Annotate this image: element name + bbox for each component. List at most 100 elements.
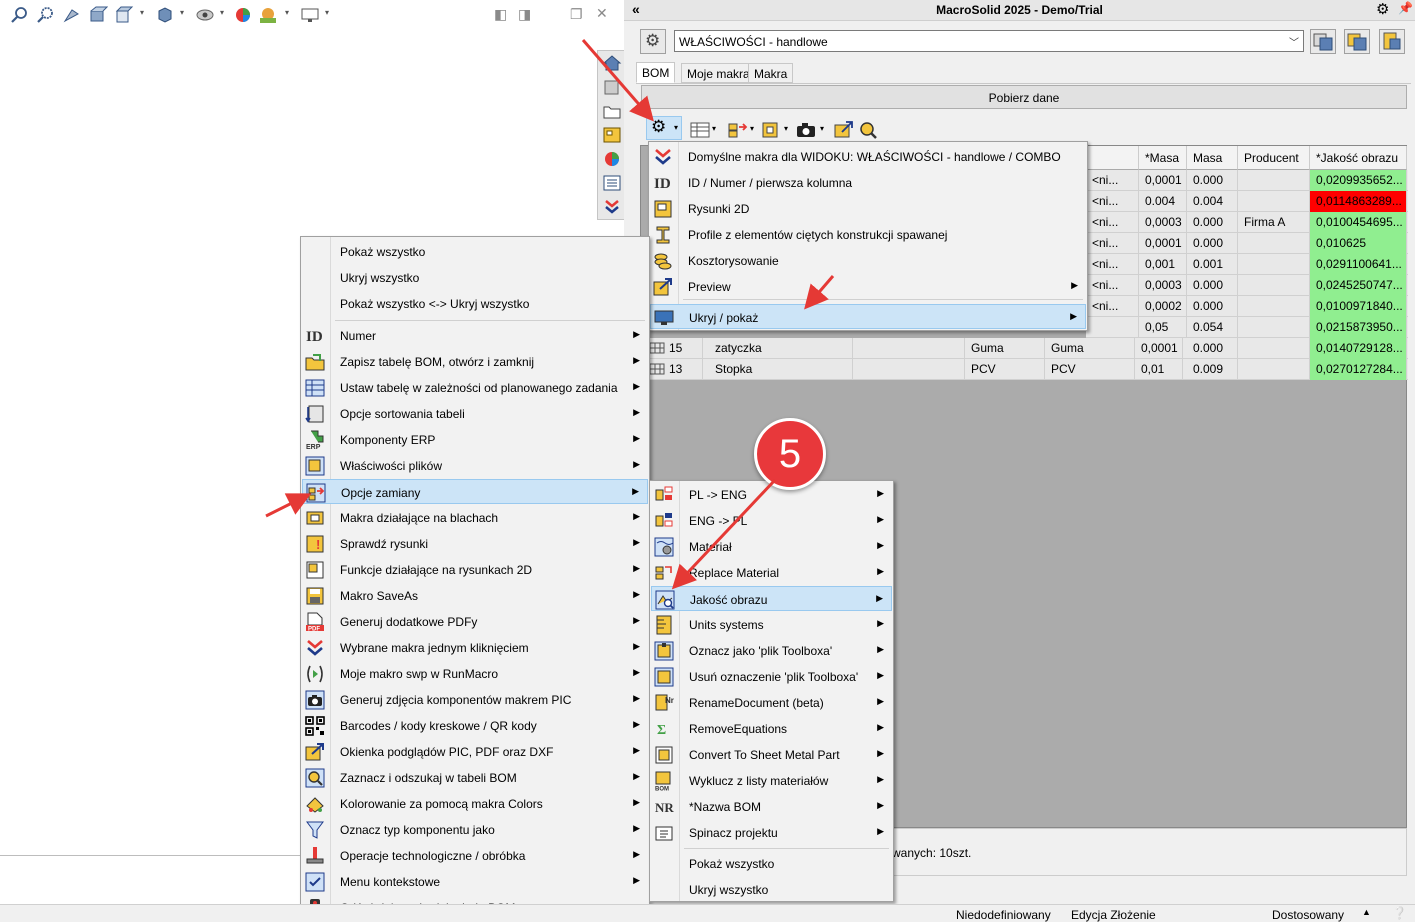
menu-item[interactable]: Pokaż wszystko <-> Ukryj wszystko bbox=[302, 291, 648, 316]
menu-item[interactable]: Pokaż wszystko bbox=[302, 239, 648, 264]
menu-item[interactable]: Convert To Sheet Metal Part ▶ bbox=[651, 742, 892, 767]
grid-cell[interactable]: 0,010625 bbox=[1310, 233, 1407, 254]
table-row[interactable]: <ni... 0,0001 0.000 0,010625 bbox=[1086, 233, 1408, 254]
menu-item[interactable]: Ukryj wszystko bbox=[302, 265, 648, 290]
menu-item[interactable]: ENG -> PL ▶ bbox=[651, 508, 892, 533]
grid-cell[interactable]: <ni... bbox=[1086, 191, 1139, 212]
display-style-icon[interactable] bbox=[155, 6, 175, 24]
col-header-jakosc[interactable]: *Jakość obrazu bbox=[1310, 146, 1407, 170]
close-icon[interactable]: ✕ bbox=[596, 5, 608, 22]
menu-item[interactable]: Zaznacz i odszukaj w tabeli BOM ▶ bbox=[302, 765, 648, 790]
grid-cell[interactable] bbox=[1086, 317, 1139, 338]
grid-cell[interactable]: zatyczka bbox=[709, 338, 853, 359]
menu-item[interactable]: PL -> ENG ▶ bbox=[651, 482, 892, 507]
grid-cell[interactable] bbox=[1238, 275, 1310, 296]
table-row[interactable]: 13 Stopka PCV PCV 0,01 0.009 0,0270127284... bbox=[641, 359, 1408, 380]
grid-cell[interactable] bbox=[1238, 338, 1310, 359]
menu-item[interactable]: Pokaż wszystko bbox=[651, 851, 892, 876]
menu-item[interactable]: Σ RemoveEquations ▶ bbox=[651, 716, 892, 741]
menu-item[interactable]: Zapisz tabelę BOM, otwórz i zamknij ▶ bbox=[302, 349, 648, 374]
view-orientation-icon[interactable] bbox=[114, 6, 134, 24]
grid-cell[interactable]: Guma bbox=[965, 338, 1045, 359]
table-row[interactable]: <ni... 0,0001 0.000 0,0209935652... bbox=[1086, 170, 1408, 191]
grid-cell[interactable]: <ni... bbox=[1086, 275, 1139, 296]
units-up-icon[interactable]: ▲ bbox=[1362, 907, 1371, 917]
status-units[interactable]: Dostosowany bbox=[1272, 908, 1344, 922]
scene-icon[interactable] bbox=[258, 6, 278, 24]
menu-item[interactable]: PDF Generuj dodatkowe PDFy ▶ bbox=[302, 609, 648, 634]
grid-cell[interactable]: 0,0100971840... bbox=[1310, 296, 1407, 317]
menu-item[interactable]: Preview ▶ bbox=[650, 274, 1086, 299]
pin-icon[interactable]: 📌 bbox=[1398, 1, 1413, 15]
camera-icon[interactable] bbox=[796, 121, 816, 139]
grid-cell[interactable] bbox=[1238, 359, 1310, 380]
menu-item[interactable]: BOM Wyklucz z listy materiałów ▶ bbox=[651, 768, 892, 793]
settings-gear-icon[interactable]: ⚙ bbox=[1376, 0, 1389, 18]
grid-cell[interactable] bbox=[853, 338, 965, 359]
menu-item[interactable]: NR *Nazwa BOM ▶ bbox=[651, 794, 892, 819]
restore-right-icon[interactable]: ◨ bbox=[518, 6, 531, 23]
tab-bom[interactable]: BOM bbox=[636, 62, 676, 83]
menu-item[interactable]: Kosztorysowanie bbox=[650, 248, 1086, 273]
col-header-masa-star[interactable]: *Masa bbox=[1139, 146, 1187, 170]
home-icon[interactable] bbox=[602, 54, 622, 72]
menu-item[interactable]: ID ID / Numer / pierwsza kolumna bbox=[650, 170, 1086, 195]
menu-item[interactable]: Generuj zdjęcia komponentów makrem PIC ▶ bbox=[302, 687, 648, 712]
grid-cell[interactable] bbox=[1238, 254, 1310, 275]
menu-item[interactable]: Barcodes / kody kreskowe / QR kody ▶ bbox=[302, 713, 648, 738]
table-row[interactable]: <ni... 0,001 0.001 0,0291100641... bbox=[1086, 254, 1408, 275]
grid-cell[interactable]: 0,0209935652... bbox=[1310, 170, 1407, 191]
tab-moje-makra[interactable]: Moje makra bbox=[681, 63, 756, 83]
col-header-producent[interactable]: Producent bbox=[1238, 146, 1310, 170]
zoom-area-icon[interactable] bbox=[36, 6, 56, 24]
menu-item[interactable]: Nr RenameDocument (beta) ▶ bbox=[651, 690, 892, 715]
table-row[interactable]: <ni... 0,0002 0.000 0,0100971840... bbox=[1086, 296, 1408, 317]
appearances-icon[interactable] bbox=[602, 150, 622, 168]
grid-cell[interactable]: 0,0003 bbox=[1139, 212, 1187, 233]
grid-cell[interactable]: 0,0245250747... bbox=[1310, 275, 1407, 296]
section-view-icon[interactable] bbox=[88, 6, 108, 24]
menu-item[interactable]: Ukryj / pokaż ▶ bbox=[650, 304, 1086, 329]
restore-left-icon[interactable]: ◧ bbox=[494, 6, 507, 23]
macros-gear-button[interactable]: ⚙ ▾ bbox=[646, 116, 682, 140]
grid-cell[interactable]: <ni... bbox=[1086, 254, 1139, 275]
grid-cell[interactable] bbox=[1238, 191, 1310, 212]
grid-cell[interactable]: 0,0291100641... bbox=[1310, 254, 1407, 275]
menu-item[interactable]: Replace Material ▶ bbox=[651, 560, 892, 585]
grid-cell[interactable] bbox=[1238, 170, 1310, 191]
menu-item[interactable]: Units systems ▶ bbox=[651, 612, 892, 637]
macrosolid-icon[interactable] bbox=[602, 126, 622, 144]
action-button-1[interactable] bbox=[1310, 29, 1336, 54]
replace-icon[interactable] bbox=[728, 121, 748, 139]
macro-down-icon[interactable] bbox=[602, 198, 622, 216]
menu-item[interactable]: Jakość obrazu ▶ bbox=[651, 586, 892, 611]
search-icon[interactable] bbox=[858, 121, 878, 139]
menu-item[interactable]: Spinacz projektu ▶ bbox=[651, 820, 892, 845]
grid-cell[interactable]: 0,0001 bbox=[1139, 233, 1187, 254]
menu-item[interactable]: Oznacz jako 'plik Toolboxa' ▶ bbox=[651, 638, 892, 663]
menu-item[interactable]: Oznacz typ komponentu jako ▶ bbox=[302, 817, 648, 842]
menu-item[interactable]: Makro SaveAs ▶ bbox=[302, 583, 648, 608]
menu-item[interactable]: Opcje sortowania tabeli ▶ bbox=[302, 401, 648, 426]
grid-cell[interactable]: 0,0001 bbox=[1135, 338, 1183, 359]
menu-item[interactable]: Właściwości plików ▶ bbox=[302, 453, 648, 478]
zoom-fit-icon[interactable] bbox=[10, 6, 30, 24]
grid-cell[interactable]: 0.054 bbox=[1187, 317, 1238, 338]
table-row[interactable]: 0,05 0.054 0,0215873950... bbox=[1086, 317, 1408, 338]
grid-cell[interactable] bbox=[1238, 296, 1310, 317]
grid-cell[interactable]: 0,0114863289... bbox=[1310, 191, 1407, 212]
grid-cell[interactable]: Firma A bbox=[1238, 212, 1310, 233]
grid-cell[interactable]: Guma bbox=[1045, 338, 1135, 359]
grid-cell[interactable]: 0.000 bbox=[1187, 170, 1238, 191]
grid-cell[interactable]: <ni... bbox=[1086, 233, 1139, 254]
previous-view-icon[interactable] bbox=[62, 6, 82, 24]
grid-cell[interactable]: 0,0270127284... bbox=[1310, 359, 1407, 380]
grid-cell[interactable]: 0.000 bbox=[1187, 212, 1238, 233]
grid-cell[interactable]: 0.000 bbox=[1187, 275, 1238, 296]
maximize-icon[interactable]: ❐ bbox=[570, 6, 583, 23]
grid-cell[interactable]: PCV bbox=[965, 359, 1045, 380]
menu-item[interactable]: Rysunki 2D bbox=[650, 196, 1086, 221]
grid-cell[interactable]: 0,0001 bbox=[1139, 170, 1187, 191]
menu-item[interactable]: Okienka podglądów PIC, PDF oraz DXF ▶ bbox=[302, 739, 648, 764]
config-select[interactable]: WŁAŚCIWOŚCI - handlowe ﹀ bbox=[674, 30, 1304, 52]
